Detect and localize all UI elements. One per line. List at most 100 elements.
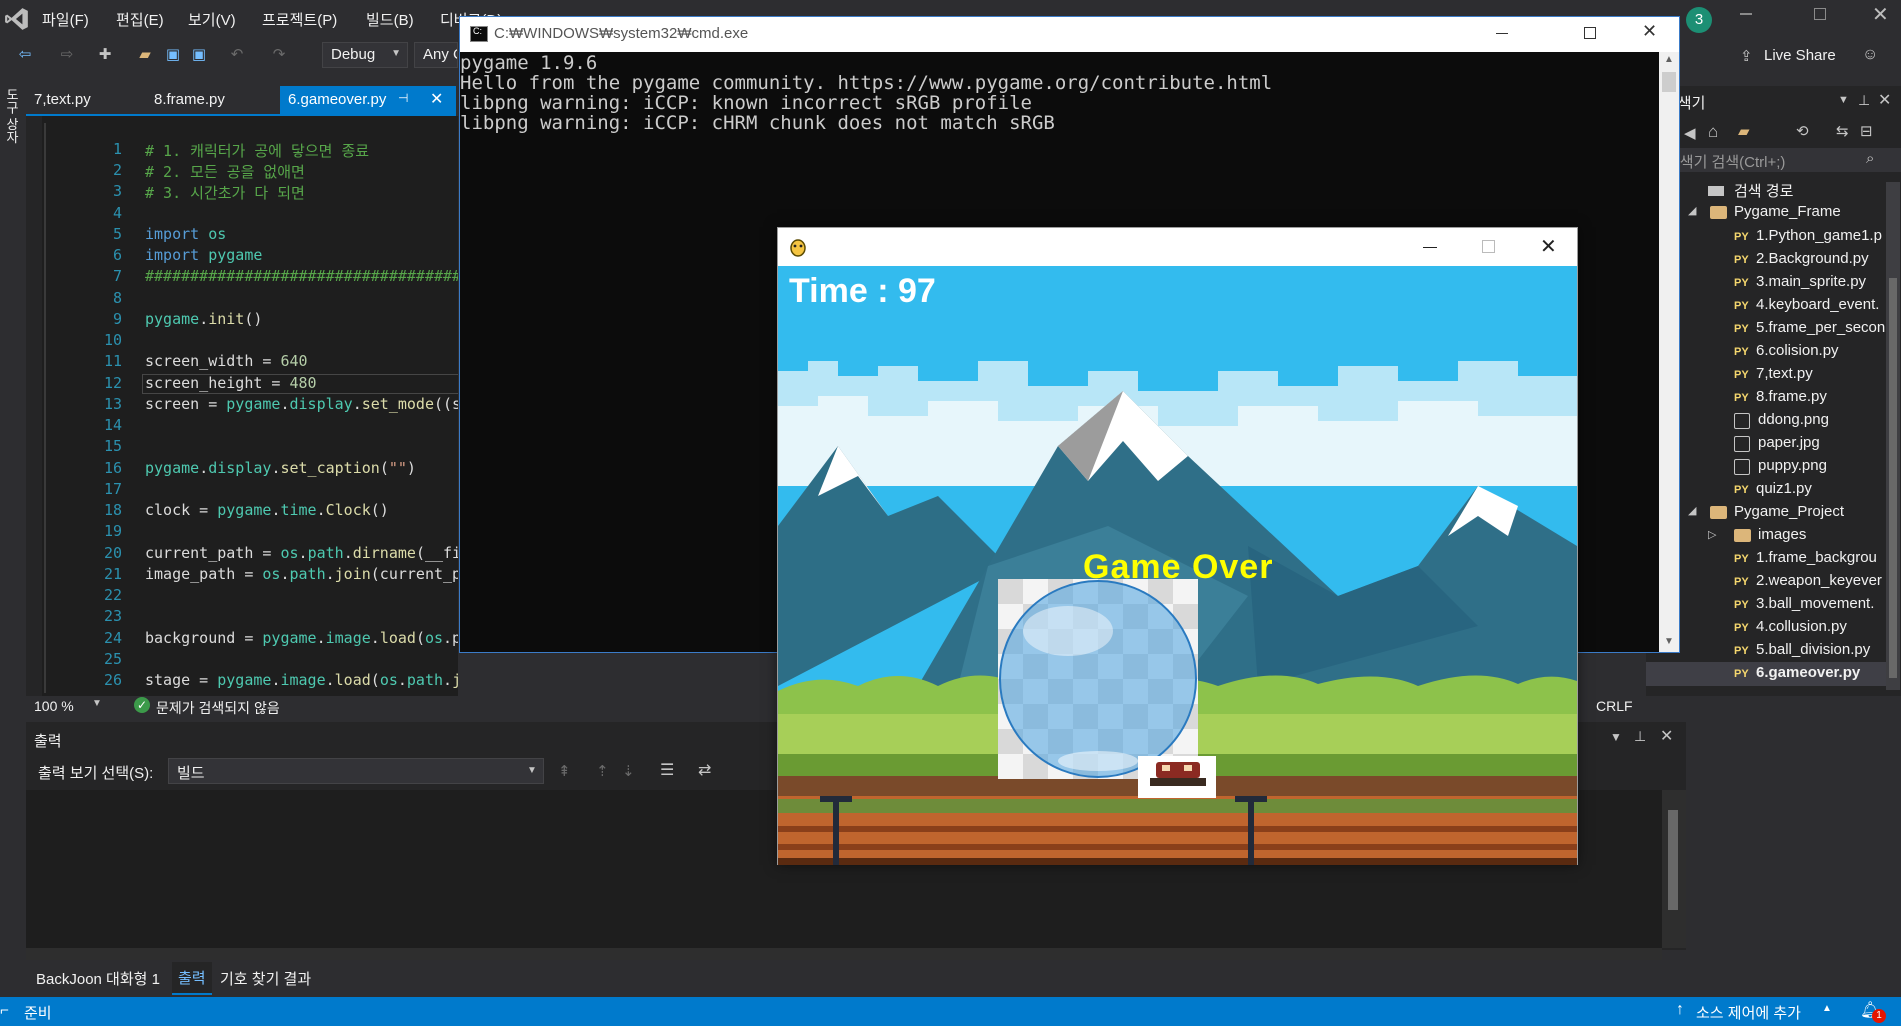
file-item[interactable]: 3.ball_movement. [1756, 595, 1874, 612]
tab-7-text[interactable]: 7,text.py [26, 86, 144, 114]
menu-view[interactable]: 보기(V) [188, 9, 236, 30]
back-icon[interactable]: ◀ [1684, 124, 1696, 142]
redo-icon[interactable]: ↷ [270, 46, 288, 64]
cmd-title-bar[interactable]: C: C:₩WINDOWS₩system32₩cmd.exe ✕ [460, 17, 1679, 52]
upload-icon[interactable]: ↑ [1676, 1001, 1684, 1019]
prev-message-icon[interactable]: ⇡ [596, 762, 609, 780]
scrollbar-thumb[interactable] [1662, 72, 1676, 92]
pygame-title-bar[interactable]: ✕ [778, 228, 1577, 266]
switch-views-icon[interactable]: ▰ [1738, 122, 1750, 140]
feedback-icon[interactable]: ☺ [1862, 46, 1878, 64]
undo-icon[interactable]: ↶ [228, 46, 246, 64]
toolbox-tab[interactable]: 도구 상자 [3, 88, 21, 144]
line-ending[interactable]: CRLF [1596, 698, 1633, 714]
close-panel-icon[interactable]: ✕ [1878, 90, 1891, 110]
restore-icon[interactable] [1814, 8, 1826, 20]
collapse-all-icon[interactable]: ⊟ [1860, 122, 1873, 140]
pin-icon[interactable]: ⊥ [1858, 92, 1870, 109]
new-project-icon[interactable]: ✚ [96, 46, 114, 64]
file-item[interactable]: 6.colision.py [1756, 342, 1839, 359]
expanded-arrow-icon[interactable]: ◢ [1688, 504, 1696, 517]
minimize-icon[interactable] [1740, 13, 1752, 15]
solution-search-box[interactable]: 선 탐색기 검색(Ctrl+;) ⌕ [1646, 148, 1901, 172]
scroll-up-icon[interactable]: ▲ [1664, 54, 1674, 65]
close-panel-icon[interactable]: ✕ [1660, 726, 1673, 746]
tab-output[interactable]: 출력 [172, 962, 212, 995]
configuration-select[interactable]: Debug ▼ [322, 42, 408, 68]
file-item[interactable]: 8.frame.py [1756, 388, 1827, 405]
back-icon[interactable]: ⇦ [16, 46, 34, 64]
chevron-down-icon[interactable]: ▼ [92, 698, 102, 709]
live-share-icon[interactable]: ⇪ [1740, 47, 1753, 65]
file-item[interactable]: 2.Background.py [1756, 250, 1869, 267]
close-icon[interactable]: ✕ [1540, 234, 1557, 259]
live-share-button[interactable]: Live Share [1764, 47, 1836, 64]
file-item[interactable]: 4.collusion.py [1756, 618, 1847, 635]
menu-edit[interactable]: 편집(E) [116, 9, 164, 30]
menu-build[interactable]: 빌드(B) [366, 9, 414, 30]
file-item[interactable]: 3.main_sprite.py [1756, 273, 1866, 290]
close-window-icon[interactable]: ✕ [1872, 2, 1889, 27]
next-message-icon[interactable]: ⇣ [622, 762, 635, 780]
open-folder-icon[interactable]: ▰ [136, 46, 154, 64]
folder-images[interactable]: images [1758, 526, 1806, 543]
pin-icon[interactable]: ⊥ [1634, 728, 1646, 745]
scrollbar-thumb[interactable] [1668, 810, 1678, 910]
tab-6-gameover[interactable]: 6.gameover.py ⊣ ✕ [280, 86, 456, 114]
scroll-down-icon[interactable]: ▼ [1664, 636, 1674, 647]
project-pygame-project[interactable]: Pygame_Project [1734, 503, 1844, 520]
code-editor[interactable]: 1 2 3 4 5 6 7 8 9 10 11 12 13 14 15 16 1… [26, 116, 458, 696]
file-item[interactable]: ddong.png [1758, 411, 1829, 428]
file-item[interactable]: 1.frame_backgrou [1756, 549, 1877, 566]
zoom-level[interactable]: 100 % [34, 698, 74, 714]
source-control-button[interactable]: 소스 제어에 추가 [1696, 1002, 1801, 1023]
sync-icon[interactable]: ⇆ [1836, 122, 1849, 140]
search-path-item[interactable]: 검색 경로 [1734, 180, 1793, 201]
maximize-icon[interactable] [1482, 240, 1495, 253]
game-canvas[interactable]: Time : 97 Game Over [778, 266, 1577, 865]
close-icon[interactable]: ✕ [1642, 21, 1657, 42]
file-item[interactable]: 5.ball_division.py [1756, 641, 1870, 658]
file-item[interactable]: 7,text.py [1756, 365, 1813, 382]
file-item[interactable]: quiz1.py [1756, 480, 1812, 497]
search-icon[interactable]: ⌕ [1866, 150, 1874, 167]
save-all-icon[interactable]: ▣ [190, 46, 208, 64]
minimize-icon[interactable] [1496, 33, 1508, 34]
platform-select[interactable]: Any C [414, 42, 458, 68]
tab-find-symbol-results[interactable]: 기호 찾기 결과 [220, 968, 311, 989]
file-item[interactable]: puppy.png [1758, 457, 1827, 474]
show-output-from-select[interactable]: 빌드 ▼ [168, 758, 544, 784]
file-item-selected[interactable]: 6.gameover.py [1756, 664, 1860, 681]
project-pygame-frame[interactable]: Pygame_Frame [1734, 203, 1841, 220]
file-item[interactable]: 1.Python_game1.p [1756, 227, 1882, 244]
home-icon[interactable]: ⌂ [1708, 122, 1718, 142]
chevron-down-icon[interactable]: ▼ [1610, 730, 1622, 744]
file-item[interactable]: 4.keyboard_event. [1756, 296, 1879, 313]
scrollbar-thumb[interactable] [1889, 278, 1897, 678]
file-item[interactable]: paper.jpg [1758, 434, 1820, 451]
notification-badge[interactable]: 3 [1686, 7, 1712, 33]
cmd-scrollbar[interactable]: ▲ ▼ [1659, 52, 1679, 652]
pygame-window[interactable]: ✕ Time: 97 Game Over [777, 227, 1578, 865]
forward-icon[interactable]: ⇨ [58, 46, 76, 64]
history-icon[interactable]: ⟲ [1796, 122, 1809, 140]
word-wrap-icon[interactable]: ⇄ [698, 760, 711, 780]
pin-icon[interactable]: ⊣ [398, 91, 408, 105]
solution-scrollbar[interactable] [1886, 182, 1900, 690]
menu-project[interactable]: 프로젝트(P) [262, 9, 337, 30]
menu-file[interactable]: 파일(F) [42, 9, 89, 30]
expanded-arrow-icon[interactable]: ◢ [1688, 204, 1696, 217]
clear-all-icon[interactable]: ☰ [660, 760, 674, 780]
chevron-down-icon[interactable]: ▼ [1838, 94, 1849, 106]
output-scrollbar[interactable] [1662, 790, 1686, 948]
save-icon[interactable]: ▣ [164, 46, 182, 64]
maximize-icon[interactable] [1584, 27, 1596, 39]
collapsed-arrow-icon[interactable]: ▷ [1708, 528, 1716, 541]
tab-backjoon[interactable]: BackJoon 대화형 1 [36, 968, 160, 989]
minimize-icon[interactable] [1423, 247, 1437, 248]
close-tab-icon[interactable]: ✕ [430, 89, 443, 109]
file-item[interactable]: 5.frame_per_secon [1756, 319, 1885, 336]
file-item[interactable]: 2.weapon_keyever [1756, 572, 1882, 589]
tab-8-frame[interactable]: 8.frame.py [146, 86, 270, 114]
find-message-icon[interactable]: ⇞ [558, 762, 571, 780]
